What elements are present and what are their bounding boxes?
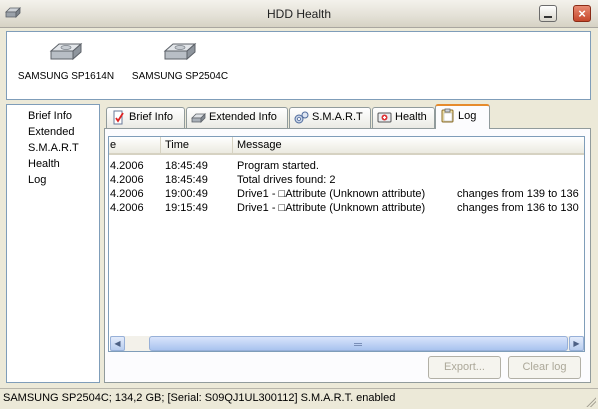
tab-control: Brief Info Extended Info S.M.A.R.T Healt… [104, 104, 591, 383]
log-date: 4.2006 [110, 188, 144, 200]
tab-strip: Brief Info Extended Info S.M.A.R.T Healt… [104, 104, 591, 129]
log-message: Drive1 - □Attribute (Unknown attribute) [237, 202, 426, 214]
log-row[interactable]: 4.2006 19:15:49 Drive1 - □Attribute (Unk… [109, 201, 584, 215]
log-change: changes from 136 to 130 [457, 202, 579, 214]
nav-item-health[interactable]: Health [28, 156, 99, 172]
log-row[interactable]: 4.2006 18:45:49 Program started. [109, 159, 584, 173]
drive-icon [191, 113, 206, 123]
log-message: Total drives found: 2 [237, 174, 336, 186]
export-button[interactable]: Export... [428, 356, 501, 379]
drive-label: SAMSUNG SP1614N [17, 71, 115, 82]
tab-label: Log [458, 110, 477, 122]
scroll-left-button[interactable]: ◀ [110, 336, 125, 351]
column-header-time[interactable]: Time [161, 137, 233, 155]
log-time: 18:45:49 [165, 160, 208, 172]
scrollbar-thumb[interactable] [149, 336, 568, 351]
log-list[interactable]: e Time Message 4.2006 18:45:49 Program s… [108, 136, 585, 352]
log-message: Drive1 - □Attribute (Unknown attribute) [237, 188, 426, 200]
log-message: Program started. [237, 160, 319, 172]
hard-drive-icon [163, 42, 197, 61]
horizontal-scrollbar[interactable]: ◀ ▶ [110, 336, 584, 351]
scroll-right-button[interactable]: ▶ [569, 336, 584, 351]
minimize-icon [544, 16, 552, 18]
log-row[interactable]: 4.2006 19:00:49 Drive1 - □Attribute (Unk… [109, 187, 584, 201]
document-check-icon [113, 110, 124, 125]
arrow-left-icon: ◀ [114, 339, 121, 348]
log-change: changes from 139 to 136 [457, 188, 579, 200]
window-title: HDD Health [266, 7, 332, 21]
clear-log-button[interactable]: Clear log [508, 356, 581, 379]
log-header: e Time Message [109, 137, 584, 155]
nav-tree: Brief Info Extended S.M.A.R.T Health Log [6, 104, 100, 383]
column-header-message[interactable]: Message [233, 137, 584, 155]
tab-label: Extended Info [209, 111, 277, 123]
log-time: 19:15:49 [165, 202, 208, 214]
log-row[interactable]: 4.2006 18:45:49 Total drives found: 2 [109, 173, 584, 187]
drive-item-sp2504c[interactable]: SAMSUNG SP2504C [130, 40, 230, 82]
grip-icon [354, 343, 362, 344]
log-tab-page: e Time Message 4.2006 18:45:49 Program s… [104, 128, 591, 383]
nav-item-extended[interactable]: Extended [28, 124, 99, 140]
tab-health[interactable]: Health [372, 107, 435, 128]
title-bar[interactable]: HDD Health × [0, 0, 598, 28]
tab-log[interactable]: Log [435, 104, 490, 129]
close-icon: × [578, 6, 586, 21]
tab-label: Health [395, 111, 427, 123]
column-header-date[interactable]: e [109, 137, 161, 155]
smart-gear-icon [294, 111, 309, 124]
status-text: SAMSUNG SP2504C; 134,2 GB; [Serial: S09Q… [3, 392, 396, 404]
log-time: 18:45:49 [165, 174, 208, 186]
tab-label: Brief Info [129, 111, 174, 123]
tab-brief-info[interactable]: Brief Info [106, 107, 185, 128]
log-date: 4.2006 [110, 160, 144, 172]
hard-drive-icon [49, 42, 83, 61]
nav-item-brief-info[interactable]: Brief Info [28, 108, 99, 124]
log-date: 4.2006 [110, 202, 144, 214]
arrow-right-icon: ▶ [573, 339, 580, 348]
log-time: 19:00:49 [165, 188, 208, 200]
resize-grip-icon[interactable] [585, 396, 596, 407]
nav-item-smart[interactable]: S.M.A.R.T [28, 140, 99, 156]
drive-label: SAMSUNG SP2504C [131, 71, 229, 82]
tab-extended-info[interactable]: Extended Info [186, 107, 288, 128]
minimize-button[interactable] [539, 5, 557, 22]
tab-smart[interactable]: S.M.A.R.T [289, 107, 371, 128]
drive-item-sp1614n[interactable]: SAMSUNG SP1614N [16, 40, 116, 82]
clipboard-icon [441, 108, 454, 123]
status-bar: SAMSUNG SP2504C; 134,2 GB; [Serial: S09Q… [0, 388, 598, 409]
health-monitor-icon [377, 112, 392, 123]
nav-item-log[interactable]: Log [28, 172, 99, 188]
drives-panel: SAMSUNG SP1614N SAMSUNG SP2504C [6, 31, 591, 100]
close-button[interactable]: × [573, 5, 591, 22]
tab-label: S.M.A.R.T [312, 111, 363, 123]
log-date: 4.2006 [110, 174, 144, 186]
